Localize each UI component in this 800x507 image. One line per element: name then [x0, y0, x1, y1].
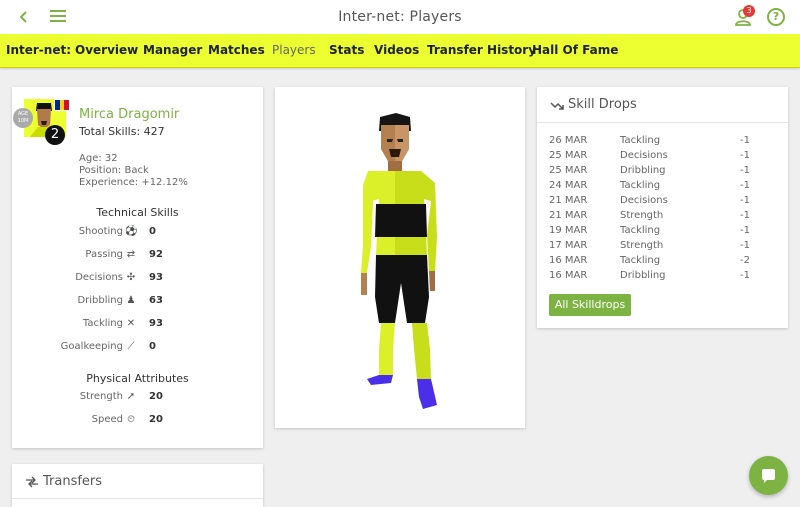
transfer-arrows-icon	[26, 476, 38, 488]
shirt-number: 2	[45, 125, 65, 145]
skill-drop-row: 16 MAR Tackling -2	[549, 255, 750, 266]
nav-team-name[interactable]: Inter-net:	[6, 43, 71, 57]
team-nav-bar: Inter-net: Overview Manager Matches Play…	[0, 34, 800, 68]
passing-icon: ⇄	[126, 249, 136, 260]
decisions-icon: ✣	[126, 272, 136, 283]
skill-drop-row: 21 MAR Strength -1	[549, 210, 750, 221]
transfers-card: Transfers	[12, 464, 263, 507]
skill-drop-row: 25 MAR Decisions -1	[549, 150, 750, 161]
nav-matches[interactable]: Matches	[208, 43, 265, 57]
notification-badge: 3	[743, 5, 755, 17]
skill-row-speed: Speed ⏲ 20	[91, 414, 163, 425]
nav-manager[interactable]: Manager	[143, 43, 202, 57]
skill-drop-row: 16 MAR Dribbling -1	[549, 270, 750, 281]
nav-hall-of-fame[interactable]: Hall Of Fame	[532, 43, 618, 57]
chat-icon	[762, 469, 775, 483]
all-skilldrops-button[interactable]: All Skilldrops	[549, 294, 631, 316]
trending-down-icon	[550, 102, 564, 110]
strength-icon: ➚	[126, 391, 136, 402]
dribbling-icon: ♟	[126, 295, 136, 306]
help-button[interactable]: ?	[767, 8, 785, 26]
transfers-title: Transfers	[43, 474, 103, 489]
skill-drop-row: 26 MAR Tackling -1	[549, 135, 750, 146]
technical-skills-title: Technical Skills	[96, 206, 179, 219]
skill-row-strength: Strength ➚ 20	[79, 391, 163, 402]
player-3d-model[interactable]	[275, 87, 525, 428]
skill-drops-title: Skill Drops	[568, 97, 637, 112]
nav-videos[interactable]: Videos	[374, 43, 419, 57]
total-skills: Total Skills: 427	[79, 125, 165, 138]
skill-drop-row: 19 MAR Tackling -1	[549, 225, 750, 236]
nav-stats[interactable]: Stats	[329, 43, 364, 57]
speed-icon: ⏲	[127, 414, 135, 425]
skill-drop-row: 24 MAR Tackling -1	[549, 180, 750, 191]
goalkeeping-icon: ⟋	[127, 341, 135, 352]
shooting-icon: ⚽	[125, 226, 138, 237]
age-badge: AGE 10M	[13, 108, 33, 128]
skill-drop-row: 25 MAR Dribbling -1	[549, 165, 750, 176]
skill-row-tackling: Tackling ✕ 93	[82, 318, 163, 329]
player-3d-model-card	[275, 87, 525, 428]
player-position: Position: Back	[79, 165, 149, 176]
chat-button[interactable]	[749, 456, 788, 495]
country-flag	[54, 99, 70, 111]
nav-overview[interactable]: Overview	[75, 43, 138, 57]
nav-players[interactable]: Players	[272, 43, 316, 57]
skill-drops-card: Skill Drops 26 MAR Tackling -1 25 MAR Decis…	[537, 87, 788, 328]
skill-row-goalkeeping: Goalkeeping ⟋ 0	[60, 341, 156, 352]
player-card: AGE 10M 2 Mirca Dragomir Total Skills: 4…	[12, 87, 263, 448]
skill-drops-header: Skill Drops	[537, 87, 788, 123]
skill-row-passing: Passing ⇄ 92	[85, 249, 163, 260]
physical-attributes-title: Physical Attributes	[86, 372, 189, 385]
page-title: Inter-net: Players	[338, 9, 462, 25]
nav-transfer-history[interactable]: Transfer History	[427, 43, 536, 57]
help-icon: ?	[772, 10, 780, 23]
skill-row-dribbling: Dribbling ♟ 63	[77, 295, 163, 306]
tackling-icon: ✕	[126, 318, 136, 329]
top-bar: Inter-net: Players 3 ?	[0, 0, 800, 34]
player-name[interactable]: Mirca Dragomir	[79, 107, 179, 122]
player-age: Age: 32	[79, 153, 118, 164]
skill-drop-row: 17 MAR Strength -1	[549, 240, 750, 251]
skill-row-shooting: Shooting ⚽ 0	[78, 226, 156, 237]
skill-drop-row: 21 MAR Decisions -1	[549, 195, 750, 206]
skill-row-decisions: Decisions ✣ 93	[75, 272, 163, 283]
transfers-header: Transfers	[12, 464, 263, 499]
player-experience: Experience: +12.12%	[79, 177, 188, 188]
